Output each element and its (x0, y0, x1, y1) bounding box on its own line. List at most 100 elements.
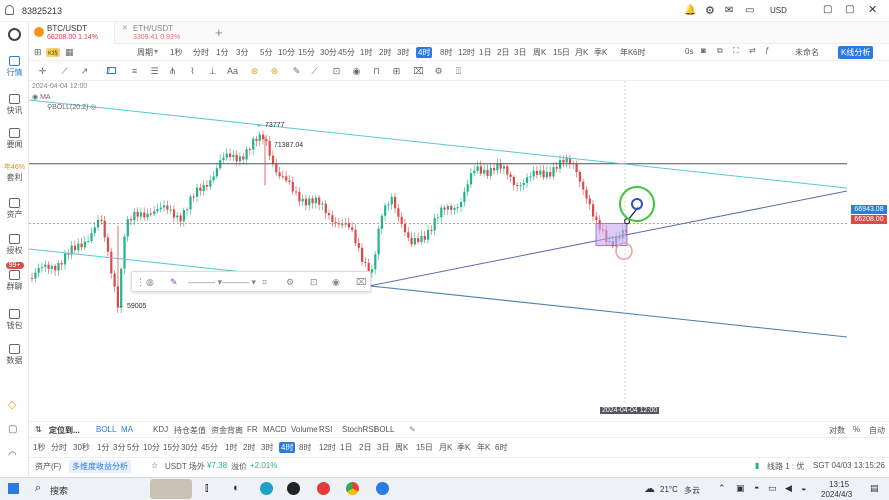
bottom-timeframe-0[interactable]: 1秒 (33, 442, 45, 453)
bottom-timeframe-6[interactable]: 10分 (143, 442, 160, 453)
timeframe-8[interactable]: 45分 (338, 47, 355, 58)
bottom-timeframe-13[interactable]: 4时 (279, 442, 296, 453)
indicator-icon[interactable]: ƒ (765, 46, 769, 55)
indicator-tab-11[interactable]: BOLL (374, 425, 394, 434)
bottom-timeframe-21[interactable]: 月K (439, 442, 452, 453)
indicator-tab-3[interactable]: KDJ (153, 425, 168, 434)
settings-icon[interactable]: ⚙ (705, 4, 715, 17)
lock-icon[interactable]: ⊡ (310, 277, 318, 288)
sidebar-item-authorize[interactable]: 授权 (0, 234, 29, 256)
fullscreen-icon[interactable]: ⛶ (733, 46, 739, 56)
auto-scale-toggle[interactable]: 自动 (869, 425, 885, 436)
bottom-timeframe-5[interactable]: 5分 (127, 442, 139, 453)
chevron-down-icon[interactable]: ▾ (154, 47, 158, 56)
indicator-tab-9[interactable]: RSI (319, 425, 332, 434)
measure-icon[interactable]: ⟋ (309, 66, 320, 76)
sidebar-item-news[interactable]: 快讯 (0, 94, 29, 116)
percent-toggle[interactable]: % (853, 425, 860, 434)
price-chart[interactable]: 2024-04-04 12:00 ◉ MA ⚲BOLL(20,2) ◎ 6694… (29, 81, 889, 421)
headset-icon[interactable]: ◠ (8, 450, 17, 461)
camera-icon[interactable]: ◙ (701, 46, 706, 55)
bottom-timeframe-24[interactable]: 6时 (495, 442, 507, 453)
bottom-timeframe-2[interactable]: 30秒 (73, 442, 90, 453)
search-icon[interactable]: ⌕ (35, 482, 41, 495)
edge-icon[interactable] (260, 482, 273, 495)
ma-indicator-label[interactable]: ◉ MA (32, 93, 51, 101)
edit-icon[interactable]: ✎ (409, 425, 416, 434)
bottom-timeframe-23[interactable]: 年K (477, 442, 490, 453)
eye-icon[interactable]: ◉ (332, 277, 340, 288)
trash-icon[interactable]: ⌧ (356, 277, 366, 288)
chat-icon[interactable]: ▢ (8, 424, 17, 435)
volume-icon[interactable]: ◀ (785, 483, 792, 494)
trendline-icon[interactable]: ⟋ (59, 66, 70, 76)
timeframe-20[interactable]: 月K (575, 47, 588, 58)
user-icon[interactable] (5, 5, 14, 15)
crosshair-icon[interactable]: ✛ (37, 66, 48, 76)
close-tab-icon[interactable]: ✕ (122, 24, 128, 33)
drag-handle-icon[interactable]: ⋮ (136, 277, 145, 288)
sidebar-item-market[interactable]: 行情 (0, 56, 29, 78)
sidebar-item-headlines[interactable]: 要闻 (0, 128, 29, 150)
timeframe-22[interactable]: 年K (620, 47, 633, 58)
brush-icon[interactable]: ✎ (291, 66, 302, 76)
log-scale-toggle[interactable]: 对数 (829, 425, 845, 436)
bottom-timeframe-11[interactable]: 2时 (243, 442, 255, 453)
timeframe-2[interactable]: 1分 (216, 47, 228, 58)
promo-banner[interactable]: 多维度收益分析 (69, 460, 131, 473)
timeframe-21[interactable]: 季K (594, 47, 607, 58)
indicator-tab-2[interactable]: MA (121, 425, 133, 434)
bottom-timeframe-12[interactable]: 3时 (261, 442, 273, 453)
sidebar-item-data[interactable]: 数据 (0, 344, 29, 366)
taskview-icon[interactable]: ⫾ (205, 482, 209, 495)
bottom-timeframe-1[interactable]: 分时 (51, 442, 67, 453)
timeframe-3[interactable]: 3分 (236, 47, 248, 58)
tab-btc[interactable]: BTC/USDT 66208.00 1.14% (29, 22, 115, 44)
route-status[interactable]: 线路 1 : 优 (767, 461, 804, 472)
indicator-tab-1[interactable]: BOLL (96, 425, 116, 434)
magnet-icon[interactable]: ⊓ (371, 66, 382, 76)
chart-tool-icon[interactable]: ⌗ (262, 277, 267, 288)
rectangle-icon[interactable] (107, 67, 116, 74)
bottom-timeframe-3[interactable]: 1分 (97, 442, 109, 453)
timeframe-16[interactable]: 2日 (497, 47, 509, 58)
bell-icon[interactable]: 🔔 (684, 5, 696, 16)
pitchfork-icon[interactable]: ⋔ (167, 66, 178, 76)
timeframe-14[interactable]: 12时 (458, 47, 475, 58)
bottom-timeframe-10[interactable]: 1时 (225, 442, 237, 453)
bottom-timeframe-7[interactable]: 15分 (163, 442, 180, 453)
sidebar-item-chat[interactable]: 99+ 群聊 (0, 262, 29, 292)
ray-icon[interactable]: ↗ (79, 66, 90, 76)
tab-eth[interactable]: ✕ ETH/USDT 3309.41 0.93% (115, 22, 201, 44)
sidebar-item-arbitrage[interactable]: 年46% 套利 (0, 162, 29, 183)
timeframe-19[interactable]: 15日 (553, 47, 570, 58)
netease-icon[interactable] (317, 482, 330, 495)
indicator-tab-7[interactable]: MACD (263, 425, 287, 434)
period-dropdown[interactable]: 周期 (137, 47, 153, 58)
asset-button[interactable]: 资产(F) (35, 461, 61, 472)
trading-app-icon[interactable] (376, 482, 389, 495)
dell-icon[interactable] (287, 482, 300, 495)
sort-icon[interactable]: ⇅ (35, 425, 42, 434)
lock-icon[interactable]: ⊡ (331, 66, 342, 76)
mail-icon[interactable]: ✉ (725, 5, 733, 16)
user-photo-icon[interactable] (150, 479, 192, 499)
position-icon[interactable]: ⊛ (269, 66, 280, 76)
diamond-icon[interactable]: ◇ (8, 398, 16, 411)
locate-button[interactable]: 定位到... (49, 425, 80, 436)
bottom-timeframe-19[interactable]: 周K (395, 442, 408, 453)
bottom-timeframe-20[interactable]: 15日 (416, 442, 433, 453)
timeframe-15[interactable]: 1日 (479, 47, 491, 58)
timeframe-0[interactable]: 1秒 (170, 47, 182, 58)
bottom-timeframe-15[interactable]: 12时 (319, 442, 336, 453)
bottom-timeframe-4[interactable]: 3分 (113, 442, 125, 453)
sidebar-item-wallet[interactable]: 钱包 (0, 309, 29, 331)
windows-start-icon[interactable] (8, 483, 19, 494)
timeframe-11[interactable]: 3时 (397, 47, 409, 58)
line-style-select[interactable]: ——— ▾ (188, 277, 222, 288)
fib-icon[interactable]: ≡ (129, 66, 140, 76)
layout-icon[interactable]: ⊞ (34, 47, 42, 58)
notification-icon[interactable]: ▤ (870, 483, 879, 494)
line-width-select[interactable]: ——— ▾ (222, 277, 256, 288)
battery-icon[interactable]: ▭ (768, 483, 777, 494)
